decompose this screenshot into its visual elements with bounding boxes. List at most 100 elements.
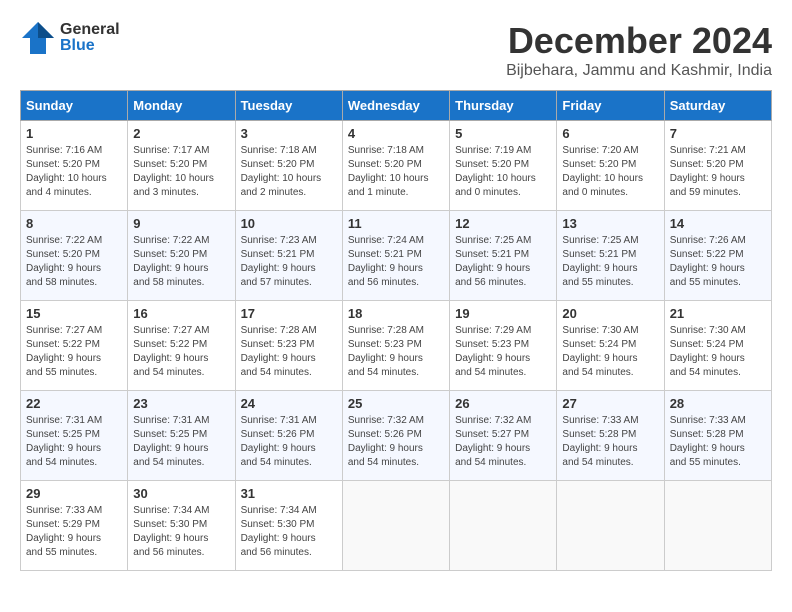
day-info: Sunrise: 7:16 AM Sunset: 5:20 PM Dayligh… [26,144,122,200]
day-info: Sunrise: 7:21 AM Sunset: 5:20 PM Dayligh… [670,144,766,200]
week-row-2: 8 Sunrise: 7:22 AM Sunset: 5:20 PM Daylig… [21,211,772,301]
day-info: Sunrise: 7:31 AM Sunset: 5:26 PM Dayligh… [241,414,337,470]
day-cell-19: 19Sunrise: 7:29 AM Sunset: 5:23 PM Dayli… [450,301,557,391]
day-cell-13: 13 Sunrise: 7:25 AM Sunset: 5:21 PM Dayli… [557,211,664,301]
weekday-header-wednesday: Wednesday [342,91,449,121]
day-number: 23 [133,396,229,411]
day-info: Sunrise: 7:31 AM Sunset: 5:25 PM Dayligh… [26,414,122,470]
day-cell-1: 1 Sunrise: 7:16 AM Sunset: 5:20 PM Daylig… [21,121,128,211]
logo-blue: Blue [60,38,120,54]
day-cell-10: 10Sunrise: 7:23 AM Sunset: 5:21 PM Dayli… [235,211,342,301]
day-info: Sunrise: 7:25 AM Sunset: 5:21 PM Dayligh… [455,234,551,290]
day-number: 8 [26,216,122,231]
day-number: 24 [241,396,337,411]
day-cell-27: 27Sunrise: 7:33 AM Sunset: 5:28 PM Dayli… [557,391,664,481]
empty-cell [664,481,771,571]
day-cell-7: 7 Sunrise: 7:21 AM Sunset: 5:20 PM Daylig… [664,121,771,211]
weekday-header-saturday: Saturday [664,91,771,121]
month-title: December 2024 [506,20,772,62]
day-info: Sunrise: 7:24 AM Sunset: 5:21 PM Dayligh… [348,234,444,290]
day-number: 25 [348,396,444,411]
day-info: Sunrise: 7:34 AM Sunset: 5:30 PM Dayligh… [241,504,337,560]
day-number: 2 [133,126,229,141]
logo: General Blue [20,20,120,56]
day-cell-14: 14 Sunrise: 7:26 AM Sunset: 5:22 PM Dayli… [664,211,771,301]
weekday-header-friday: Friday [557,91,664,121]
day-number: 6 [562,126,658,141]
day-info: Sunrise: 7:32 AM Sunset: 5:26 PM Dayligh… [348,414,444,470]
day-cell-26: 26 Sunrise: 7:32 AM Sunset: 5:27 PM Dayli… [450,391,557,481]
day-info: Sunrise: 7:31 AM Sunset: 5:25 PM Dayligh… [133,414,229,470]
day-number: 7 [670,126,766,141]
day-number: 3 [241,126,337,141]
day-info: Sunrise: 7:19 AM Sunset: 5:20 PM Dayligh… [455,144,551,200]
day-number: 22 [26,396,122,411]
day-info: Sunrise: 7:22 AM Sunset: 5:20 PM Dayligh… [133,234,229,290]
day-info: Sunrise: 7:32 AM Sunset: 5:27 PM Dayligh… [455,414,551,470]
day-info: Sunrise: 7:34 AM Sunset: 5:30 PM Dayligh… [133,504,229,560]
day-info: Sunrise: 7:22 AM Sunset: 5:20 PM Dayligh… [26,234,122,290]
weekday-header-thursday: Thursday [450,91,557,121]
day-number: 16 [133,306,229,321]
week-row-5: 29Sunrise: 7:33 AM Sunset: 5:29 PM Dayli… [21,481,772,571]
day-cell-23: 23 Sunrise: 7:31 AM Sunset: 5:25 PM Dayli… [128,391,235,481]
day-number: 18 [348,306,444,321]
day-cell-28: 28 Sunrise: 7:33 AM Sunset: 5:28 PM Dayli… [664,391,771,481]
day-info: Sunrise: 7:30 AM Sunset: 5:24 PM Dayligh… [670,324,766,380]
day-info: Sunrise: 7:29 AM Sunset: 5:23 PM Dayligh… [455,324,551,380]
calendar-table: SundayMondayTuesdayWednesdayThursdayFrid… [20,90,772,571]
logo-general: General [60,22,120,38]
day-number: 21 [670,306,766,321]
day-number: 15 [26,306,122,321]
day-number: 12 [455,216,551,231]
day-cell-17: 17 Sunrise: 7:28 AM Sunset: 5:23 PM Dayli… [235,301,342,391]
day-info: Sunrise: 7:26 AM Sunset: 5:22 PM Dayligh… [670,234,766,290]
day-cell-8: 8 Sunrise: 7:22 AM Sunset: 5:20 PM Daylig… [21,211,128,301]
day-info: Sunrise: 7:28 AM Sunset: 5:23 PM Dayligh… [241,324,337,380]
day-info: Sunrise: 7:27 AM Sunset: 5:22 PM Dayligh… [133,324,229,380]
day-number: 28 [670,396,766,411]
day-number: 1 [26,126,122,141]
day-cell-6: 6Sunrise: 7:20 AM Sunset: 5:20 PM Daylig… [557,121,664,211]
day-cell-22: 22 Sunrise: 7:31 AM Sunset: 5:25 PM Dayli… [21,391,128,481]
day-info: Sunrise: 7:17 AM Sunset: 5:20 PM Dayligh… [133,144,229,200]
day-info: Sunrise: 7:33 AM Sunset: 5:28 PM Dayligh… [562,414,658,470]
day-number: 4 [348,126,444,141]
day-info: Sunrise: 7:33 AM Sunset: 5:28 PM Dayligh… [670,414,766,470]
empty-cell [450,481,557,571]
day-cell-20: 20Sunrise: 7:30 AM Sunset: 5:24 PM Dayli… [557,301,664,391]
day-number: 26 [455,396,551,411]
day-number: 11 [348,216,444,231]
day-cell-2: 2 Sunrise: 7:17 AM Sunset: 5:20 PM Daylig… [128,121,235,211]
day-cell-31: 31 Sunrise: 7:34 AM Sunset: 5:30 PM Dayli… [235,481,342,571]
day-number: 30 [133,486,229,501]
week-row-4: 22 Sunrise: 7:31 AM Sunset: 5:25 PM Dayli… [21,391,772,481]
day-cell-12: 12 Sunrise: 7:25 AM Sunset: 5:21 PM Dayli… [450,211,557,301]
weekday-header-tuesday: Tuesday [235,91,342,121]
weekday-header-monday: Monday [128,91,235,121]
logo-text: General Blue [60,22,120,54]
day-number: 14 [670,216,766,231]
day-cell-9: 9 Sunrise: 7:22 AM Sunset: 5:20 PM Daylig… [128,211,235,301]
day-number: 17 [241,306,337,321]
week-row-1: 1 Sunrise: 7:16 AM Sunset: 5:20 PM Daylig… [21,121,772,211]
title-area: December 2024 Bijbehara, Jammu and Kashm… [506,20,772,80]
day-cell-21: 21 Sunrise: 7:30 AM Sunset: 5:24 PM Dayli… [664,301,771,391]
day-info: Sunrise: 7:18 AM Sunset: 5:20 PM Dayligh… [348,144,444,200]
day-number: 5 [455,126,551,141]
weekday-header-sunday: Sunday [21,91,128,121]
day-cell-4: 4 Sunrise: 7:18 AM Sunset: 5:20 PM Daylig… [342,121,449,211]
day-cell-5: 5 Sunrise: 7:19 AM Sunset: 5:20 PM Daylig… [450,121,557,211]
day-number: 9 [133,216,229,231]
day-number: 13 [562,216,658,231]
day-number: 31 [241,486,337,501]
weekday-header-row: SundayMondayTuesdayWednesdayThursdayFrid… [21,91,772,121]
header: General Blue December 2024 Bijbehara, Ja… [20,20,772,80]
logo-icon [20,20,56,56]
day-cell-18: 18 Sunrise: 7:28 AM Sunset: 5:23 PM Dayli… [342,301,449,391]
day-info: Sunrise: 7:25 AM Sunset: 5:21 PM Dayligh… [562,234,658,290]
day-info: Sunrise: 7:23 AM Sunset: 5:21 PM Dayligh… [241,234,337,290]
day-info: Sunrise: 7:28 AM Sunset: 5:23 PM Dayligh… [348,324,444,380]
day-cell-11: 11 Sunrise: 7:24 AM Sunset: 5:21 PM Dayli… [342,211,449,301]
day-number: 29 [26,486,122,501]
